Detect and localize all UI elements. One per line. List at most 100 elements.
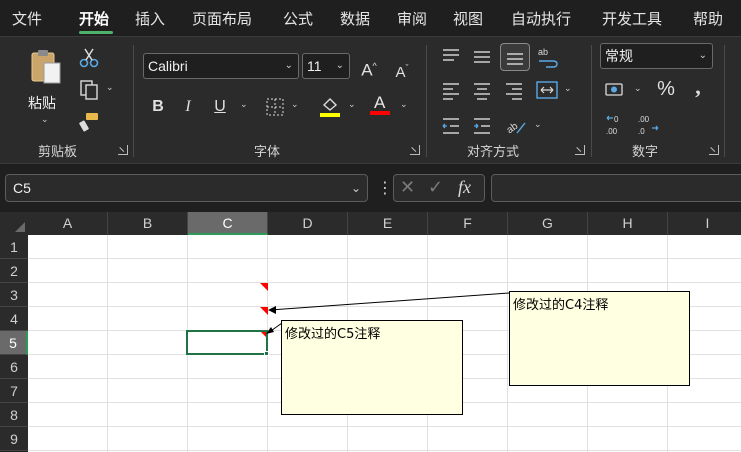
number-format-select[interactable]: 常规 ⌄: [600, 43, 713, 69]
clipboard-launcher-icon[interactable]: [118, 145, 128, 155]
chevron-down-icon: ⌄: [335, 60, 344, 71]
font-size-select[interactable]: 11 ⌄: [302, 53, 350, 79]
text-orientation-icon[interactable]: ab: [504, 115, 528, 137]
name-box-value: C5: [13, 180, 31, 196]
menu-home[interactable]: 开始: [79, 8, 109, 29]
currency-dropdown-icon[interactable]: ⌄: [634, 84, 642, 94]
comment-text-c5: 修改过的C5注释: [285, 327, 381, 342]
comment-text-c4: 修改过的C4注释: [513, 298, 609, 313]
border-icon[interactable]: [265, 97, 285, 117]
menu-data[interactable]: 数据: [340, 8, 370, 29]
column-header-g[interactable]: G: [508, 212, 588, 235]
merge-center-icon[interactable]: [535, 79, 559, 101]
merge-dropdown-icon[interactable]: ⌄: [564, 84, 572, 94]
column-header-h[interactable]: H: [588, 212, 668, 235]
insert-function-icon[interactable]: fx: [458, 177, 471, 198]
row-header-7[interactable]: 7: [0, 379, 28, 403]
row-header-5[interactable]: 5: [0, 331, 28, 355]
paste-icon: [31, 50, 61, 84]
font-name-select[interactable]: Calibri ⌄: [143, 53, 299, 79]
italic-icon[interactable]: I: [178, 95, 198, 119]
increase-font-size-icon[interactable]: A^: [357, 54, 381, 83]
menu-help[interactable]: 帮助: [693, 8, 723, 29]
menu-insert[interactable]: 插入: [135, 8, 165, 29]
menu-bar: 文件 开始 插入 页面布局 公式 数据 审阅 视图 自动执行 开发工具 帮助: [0, 0, 741, 36]
menu-view[interactable]: 视图: [453, 8, 483, 29]
row-header-1[interactable]: 1: [0, 235, 28, 259]
decrease-decimal-icon[interactable]: .00 .0: [636, 113, 662, 137]
row-header-8[interactable]: 8: [0, 403, 28, 427]
align-middle-icon[interactable]: [471, 45, 493, 67]
fill-color-icon[interactable]: [319, 95, 341, 117]
fill-color-dropdown-icon[interactable]: ⌄: [348, 100, 356, 110]
alignment-launcher-icon[interactable]: [575, 145, 585, 155]
cancel-icon[interactable]: ✕: [400, 177, 415, 198]
align-left-icon[interactable]: [440, 79, 462, 101]
column-header-a[interactable]: A: [28, 212, 108, 235]
font-color-dropdown-icon[interactable]: ⌄: [400, 100, 408, 110]
column-header-e[interactable]: E: [348, 212, 428, 235]
wrap-text-icon[interactable]: ab: [536, 45, 560, 69]
format-painter-icon[interactable]: [78, 111, 100, 133]
align-center-icon[interactable]: [471, 79, 493, 101]
formula-bar: C5 ⌄ ⋮ ✕ ✓ fx: [0, 164, 741, 210]
align-bottom-icon: [507, 53, 523, 65]
svg-text:.00: .00: [638, 115, 650, 124]
comment-box-c5[interactable]: 修改过的C5注释: [281, 320, 463, 415]
group-divider: [426, 45, 427, 157]
column-header-d[interactable]: D: [268, 212, 348, 235]
cut-icon[interactable]: [78, 47, 100, 69]
decrease-font-size-icon[interactable]: Aˇ: [390, 56, 414, 85]
number-launcher-icon[interactable]: [709, 145, 719, 155]
align-bottom-button[interactable]: [500, 43, 530, 71]
row-header-6[interactable]: 6: [0, 355, 28, 379]
column-header-i[interactable]: I: [668, 212, 741, 235]
underline-icon[interactable]: U: [210, 95, 230, 119]
bold-icon[interactable]: B: [148, 95, 168, 119]
copy-icon[interactable]: [78, 79, 100, 101]
formula-input[interactable]: [491, 174, 741, 202]
svg-text:.00: .00: [606, 127, 618, 136]
menu-developer[interactable]: 开发工具: [602, 8, 662, 29]
copy-dropdown-icon[interactable]: ⌄: [106, 83, 114, 93]
menu-file[interactable]: 文件: [12, 8, 42, 29]
group-divider: [133, 45, 134, 157]
decrease-indent-icon[interactable]: [440, 115, 462, 137]
row-header-4[interactable]: 4: [0, 307, 28, 331]
name-box[interactable]: C5 ⌄: [5, 174, 368, 202]
percent-icon[interactable]: %: [654, 77, 678, 101]
comment-box-c4[interactable]: 修改过的C4注释: [509, 291, 690, 386]
more-options-icon[interactable]: ⋮: [377, 178, 393, 198]
currency-format-icon[interactable]: [604, 79, 628, 101]
alignment-group-label: 对齐方式: [467, 145, 520, 160]
menu-formulas[interactable]: 公式: [283, 8, 313, 29]
border-dropdown-icon[interactable]: ⌄: [291, 100, 299, 110]
align-top-icon[interactable]: [440, 45, 462, 67]
active-tab-indicator: [79, 31, 113, 34]
align-right-icon[interactable]: [503, 79, 525, 101]
font-color-icon[interactable]: A: [370, 93, 392, 117]
menu-automate[interactable]: 自动执行: [511, 8, 571, 29]
font-size-value: 11: [307, 58, 322, 74]
column-header-f[interactable]: F: [428, 212, 508, 235]
row-header-2[interactable]: 2: [0, 259, 28, 283]
comma-style-icon[interactable]: ,: [688, 75, 708, 99]
increase-decimal-icon[interactable]: 0 .00: [604, 113, 630, 137]
column-header-b[interactable]: B: [108, 212, 188, 235]
chevron-down-icon: ⌄: [698, 50, 707, 61]
font-launcher-icon[interactable]: [410, 145, 420, 155]
paste-button[interactable]: 粘贴 ⌄: [22, 45, 68, 125]
worksheet-grid[interactable]: 修改过的C4注释 修改过的C5注释: [28, 235, 741, 452]
underline-dropdown-icon[interactable]: ⌄: [240, 100, 248, 110]
row-header-9[interactable]: 9: [0, 427, 28, 451]
group-divider: [724, 45, 725, 157]
orientation-dropdown-icon[interactable]: ⌄: [534, 120, 542, 130]
menu-page-layout[interactable]: 页面布局: [192, 8, 252, 29]
increase-indent-icon[interactable]: [471, 115, 493, 137]
row-header-3[interactable]: 3: [0, 283, 28, 307]
column-header-c[interactable]: C: [188, 212, 268, 235]
enter-icon[interactable]: ✓: [428, 177, 443, 198]
chevron-down-icon[interactable]: ⌄: [351, 175, 361, 201]
select-all-corner[interactable]: [0, 212, 28, 235]
menu-review[interactable]: 审阅: [397, 8, 427, 29]
